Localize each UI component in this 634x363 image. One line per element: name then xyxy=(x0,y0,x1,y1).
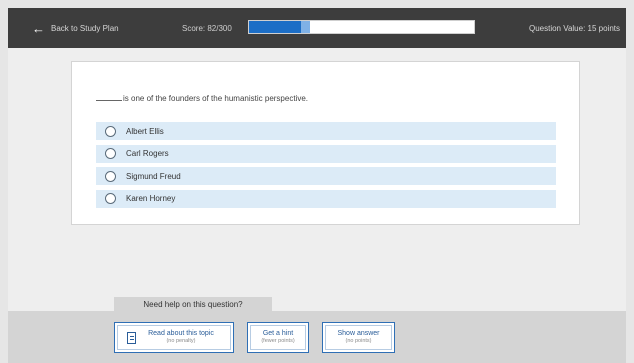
radio-empty-icon[interactable] xyxy=(105,148,116,159)
show-answer-button[interactable]: Show answer (no points) xyxy=(322,322,395,353)
radio-empty-icon[interactable] xyxy=(105,193,116,204)
read-about-topic-button[interactable]: Read about this topic (no penalty) xyxy=(114,322,234,353)
arrow-left-icon: ← xyxy=(32,20,45,36)
answer-blank xyxy=(96,100,122,101)
button-inner-border xyxy=(325,325,392,350)
option-label: Sigmund Freud xyxy=(126,171,181,181)
button-inner-border xyxy=(250,325,306,350)
radio-empty-icon[interactable] xyxy=(105,125,116,137)
question-value: Question Value: 15 points xyxy=(528,23,620,33)
option-label: Karen Horney xyxy=(126,194,176,203)
question-card: is one of the founders of the humanistic… xyxy=(71,61,580,225)
score-progress-bar xyxy=(248,20,475,34)
option-label: Carl Rogers xyxy=(126,149,169,158)
answer-options: Albert Ellis Carl Rogers Sigmund Freud K… xyxy=(96,122,556,212)
radio-empty-icon[interactable] xyxy=(105,170,116,182)
help-footer xyxy=(8,311,626,363)
score-label: Score: 82/300 xyxy=(182,23,232,33)
top-bar: ← Back to Study Plan Score: 82/300 Quest… xyxy=(8,8,626,48)
back-to-study-plan-link[interactable]: ← Back to Study Plan xyxy=(32,8,119,48)
option-karen-horney[interactable]: Karen Horney xyxy=(96,189,556,208)
help-heading: Need help on this question? xyxy=(114,297,272,311)
option-carl-rogers[interactable]: Carl Rogers xyxy=(96,144,556,163)
back-label: Back to Study Plan xyxy=(51,23,119,33)
option-sigmund-freud[interactable]: Sigmund Freud xyxy=(96,167,556,185)
question-text: is one of the founders of the humanistic… xyxy=(96,94,308,103)
get-hint-button[interactable]: Get a hint (fewer points) xyxy=(247,322,309,353)
progress-fill-highlight xyxy=(301,21,311,33)
option-label: Albert Ellis xyxy=(126,126,164,136)
question-stem: is one of the founders of the humanistic… xyxy=(123,94,308,103)
document-icon xyxy=(127,332,136,344)
option-albert-ellis[interactable]: Albert Ellis xyxy=(96,122,556,140)
